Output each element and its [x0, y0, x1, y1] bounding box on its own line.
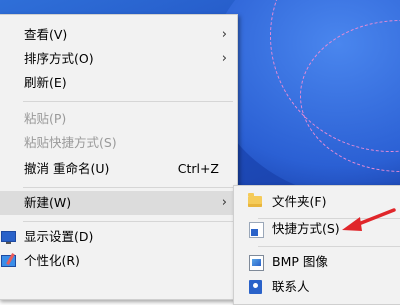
- menu-separator: [23, 187, 233, 188]
- menu-item-new[interactable]: 新建(W) ›: [0, 191, 237, 215]
- personalize-icon: [1, 255, 16, 267]
- menu-item-label: 撤消 重命名(U): [24, 161, 110, 176]
- submenu-item-bmp-image[interactable]: BMP 图像: [234, 250, 400, 274]
- new-submenu: 文件夹(F) 快捷方式(S) BMP 图像 联系人: [233, 185, 400, 305]
- bmp-image-icon: [249, 255, 264, 271]
- menu-item-label: 粘贴快捷方式(S): [24, 135, 117, 150]
- desktop-context-menu: 查看(V) › 排序方式(O) › 刷新(E) 粘贴(P) 粘贴快捷方式(S) …: [0, 14, 238, 300]
- submenu-arrow-icon: ›: [221, 27, 227, 42]
- menu-item-view[interactable]: 查看(V) ›: [0, 23, 237, 47]
- menu-item-sort-by[interactable]: 排序方式(O) ›: [0, 47, 237, 71]
- menu-item-label: 新建(W): [24, 195, 72, 210]
- menu-separator: [23, 101, 233, 102]
- annotation-arrow-icon: [342, 208, 396, 231]
- contact-icon: [249, 280, 262, 294]
- menu-item-paste-shortcut: 粘贴快捷方式(S): [0, 131, 237, 155]
- menu-item-label: 粘贴(P): [24, 111, 67, 126]
- menu-item-undo-rename[interactable]: 撤消 重命名(U) Ctrl+Z: [0, 157, 237, 181]
- folder-icon: [248, 193, 262, 207]
- submenu-item-label: 联系人: [272, 279, 310, 294]
- submenu-item-contact[interactable]: 联系人: [234, 275, 400, 299]
- menu-item-paste: 粘贴(P): [0, 107, 237, 131]
- submenu-arrow-icon: ›: [221, 195, 227, 210]
- menu-item-label: 刷新(E): [24, 75, 67, 90]
- menu-item-label: 排序方式(O): [24, 51, 94, 66]
- menu-item-shortcut: Ctrl+Z: [177, 161, 219, 176]
- menu-item-display-settings[interactable]: 显示设置(D): [0, 225, 237, 249]
- submenu-item-label: 快捷方式(S): [272, 221, 340, 236]
- submenu-item-label: BMP 图像: [272, 254, 328, 269]
- submenu-item-label: 文件夹(F): [272, 194, 327, 209]
- menu-item-personalize[interactable]: 个性化(R): [0, 249, 237, 273]
- menu-separator: [23, 221, 233, 222]
- display-icon: [1, 231, 16, 244]
- shortcut-icon: [249, 222, 264, 238]
- menu-separator: [258, 246, 400, 247]
- menu-item-refresh[interactable]: 刷新(E): [0, 71, 237, 95]
- menu-item-label: 显示设置(D): [24, 229, 94, 244]
- menu-item-label: 查看(V): [24, 27, 68, 42]
- submenu-arrow-icon: ›: [221, 51, 227, 66]
- menu-item-label: 个性化(R): [24, 253, 80, 268]
